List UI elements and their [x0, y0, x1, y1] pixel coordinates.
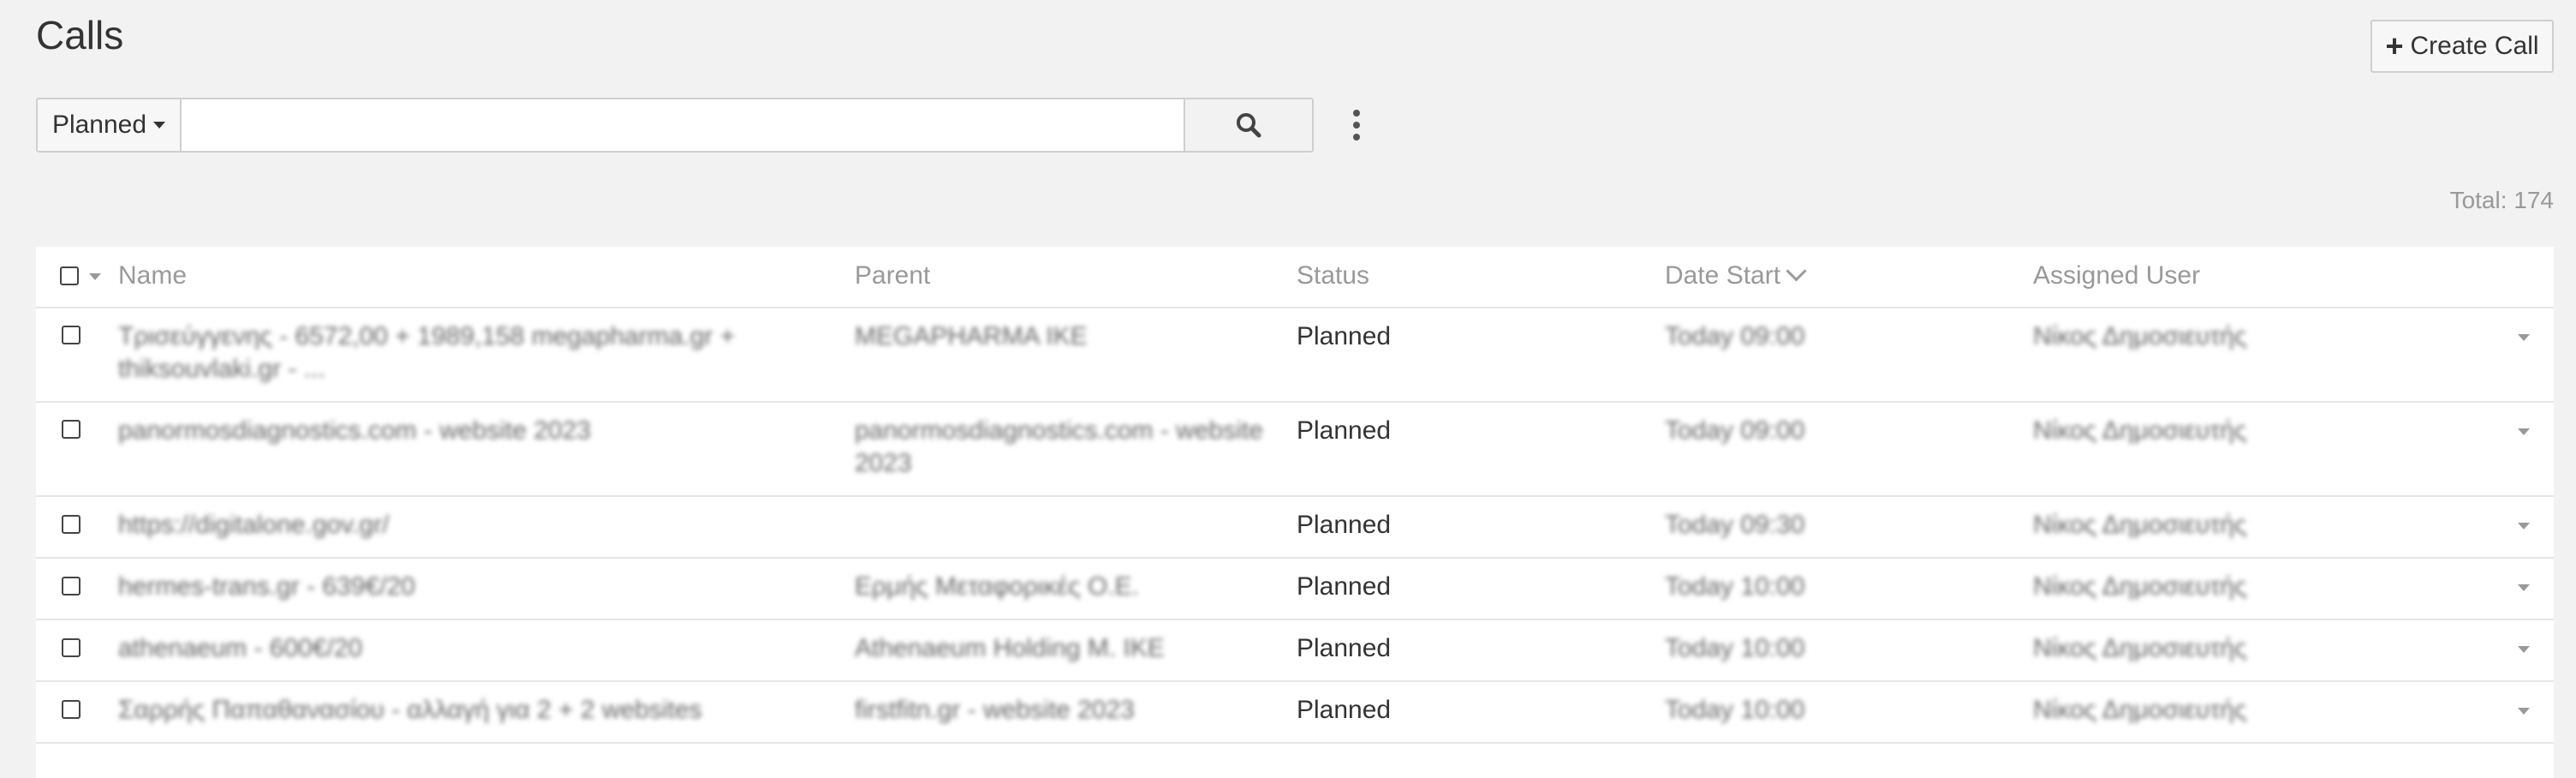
search-icon	[1237, 113, 1261, 138]
filter-dropdown[interactable]: Planned	[36, 98, 182, 153]
search-button[interactable]	[1184, 98, 1314, 153]
call-name-link[interactable]: athenaeum - 600€/20	[118, 632, 362, 665]
table-row: https://digitalone.gov.gr/ Planned Today…	[36, 495, 2554, 559]
total-count: Total: 174	[2449, 187, 2554, 213]
row-checkbox[interactable]	[62, 700, 80, 719]
date-start-value: Today 10:00	[1665, 572, 1805, 601]
row-actions-caret-icon[interactable]	[2518, 334, 2530, 341]
status-value: Planned	[1297, 322, 1392, 350]
call-name-link[interactable]: https://digitalone.gov.gr/	[118, 509, 389, 542]
calls-table: Name Parent Status Date Start Assigned U…	[36, 247, 2554, 778]
column-header-name[interactable]: Name	[118, 260, 187, 292]
date-start-value: Today 09:00	[1665, 322, 1805, 350]
status-value: Planned	[1297, 511, 1392, 539]
table-row: Τρισεύγγενης - 6572,00 + 1989,158 megaph…	[36, 307, 2554, 403]
assigned-user-link[interactable]: Νίκος Δημοσιευτής	[2033, 509, 2246, 542]
row-actions-caret-icon[interactable]	[2518, 428, 2530, 435]
assigned-user-link[interactable]: Νίκος Δημοσιευτής	[2033, 571, 2246, 603]
column-header-parent[interactable]: Parent	[855, 260, 930, 292]
assigned-user-link[interactable]: Νίκος Δημοσιευτής	[2033, 694, 2246, 727]
column-header-assigned-user[interactable]: Assigned User	[2033, 260, 2200, 292]
table-row: hermes-trans.gr - 639€/20 Ερμής Μεταφορι…	[36, 557, 2554, 620]
parent-link[interactable]: Ερμής Μεταφορικές Ο.Ε.	[855, 571, 1139, 603]
sort-desc-icon	[1786, 260, 1807, 282]
parent-link[interactable]: firstfitn.gr - website 2023	[855, 694, 1135, 727]
assigned-user-link[interactable]: Νίκος Δημοσιευτής	[2033, 632, 2246, 665]
plus-icon: +	[2385, 28, 2404, 63]
status-value: Planned	[1297, 572, 1392, 601]
status-value: Planned	[1297, 696, 1392, 724]
caret-down-icon	[153, 122, 166, 129]
assigned-user-link[interactable]: Νίκος Δημοσιευτής	[2033, 415, 2246, 447]
row-actions-caret-icon[interactable]	[2518, 584, 2530, 591]
call-name-link[interactable]: hermes-trans.gr - 639€/20	[118, 571, 415, 603]
select-all-checkbox[interactable]	[60, 266, 79, 285]
row-actions-caret-icon[interactable]	[2518, 646, 2530, 653]
search-bar: Planned	[36, 98, 1314, 153]
call-name-link[interactable]: panormosdiagnostics.com - website 2023	[118, 415, 591, 447]
table-row: panormosdiagnostics.com - website 2023 p…	[36, 401, 2554, 497]
row-actions-caret-icon[interactable]	[2518, 523, 2530, 530]
row-checkbox[interactable]	[62, 420, 80, 439]
status-value: Planned	[1297, 416, 1392, 445]
date-start-label: Date Start	[1665, 261, 1781, 290]
date-start-value: Today 10:00	[1665, 634, 1805, 662]
assigned-user-link[interactable]: Νίκος Δημοσιευτής	[2033, 320, 2246, 353]
table-row: athenaeum - 600€/20 Athenaeum Holding M.…	[36, 619, 2554, 682]
create-call-label: Create Call	[2410, 32, 2539, 60]
row-checkbox[interactable]	[62, 326, 80, 344]
row-checkbox[interactable]	[62, 577, 80, 595]
page-title: Calls	[36, 13, 124, 57]
column-header-status[interactable]: Status	[1297, 260, 1369, 292]
call-name-link[interactable]: Τρισεύγγενης - 6572,00 + 1989,158 megaph…	[118, 320, 735, 386]
column-header-date-start[interactable]: Date Start	[1665, 260, 1807, 292]
more-options-icon[interactable]	[1346, 110, 1367, 141]
filter-label: Planned	[51, 111, 147, 139]
parent-link[interactable]: MEGAPHARMA IKE	[855, 320, 1088, 353]
parent-link[interactable]: panormosdiagnostics.com - website 2023	[855, 415, 1263, 480]
row-checkbox[interactable]	[62, 515, 80, 534]
date-start-value: Today 09:00	[1665, 416, 1805, 445]
create-call-button[interactable]: + Create Call	[2370, 20, 2554, 73]
date-start-value: Today 10:00	[1665, 696, 1805, 724]
table-header: Name Parent Status Date Start Assigned U…	[36, 247, 2554, 308]
call-name-link[interactable]: Σαρρής Παπαθανασίου - αλλαγή για 2 + 2 w…	[118, 694, 702, 727]
select-all-caret-icon[interactable]	[89, 273, 101, 280]
status-value: Planned	[1297, 634, 1392, 662]
search-input[interactable]	[182, 98, 1184, 153]
parent-link[interactable]: Athenaeum Holding M. ΙΚΕ	[855, 632, 1165, 665]
table-row: Σαρρής Παπαθανασίου - αλλαγή για 2 + 2 w…	[36, 680, 2554, 744]
date-start-value: Today 09:30	[1665, 511, 1805, 539]
row-actions-caret-icon[interactable]	[2518, 708, 2530, 715]
row-checkbox[interactable]	[62, 638, 80, 657]
